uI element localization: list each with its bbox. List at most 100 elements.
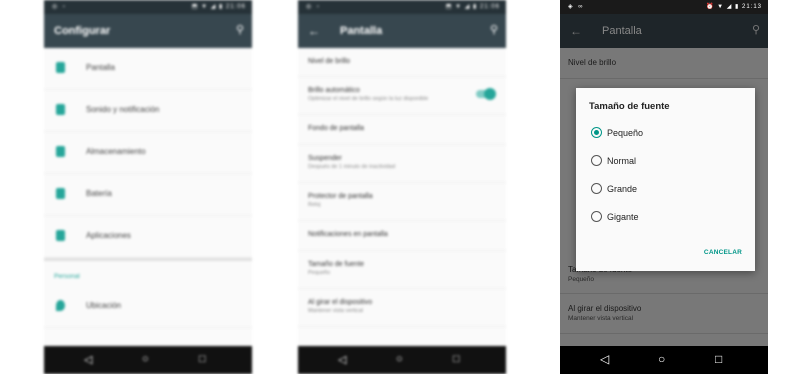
section-label: Personal [54,273,80,280]
nav-back-icon[interactable]: ◁ [600,352,609,366]
setting-title: Fondo de pantalla [308,125,365,132]
divider [560,78,768,79]
settings-screen: ◎ ▫ ⬒ ▼ ◢ ▮ 21:06 Configurar ⚲ Pantalla … [44,0,252,374]
search-icon[interactable]: ⚲ [236,23,244,36]
app-bar: ← Pantalla ⚲ [560,14,768,48]
page-title: Pantalla [602,25,642,37]
nav-home-icon[interactable]: ○ [658,352,665,366]
nav-recents-icon[interactable]: □ [453,353,460,365]
nav-recents-icon[interactable]: □ [199,353,206,365]
settings-item-sonido[interactable]: Sonido y notificación [44,90,252,132]
radio-option-pequeno[interactable]: Pequeño [591,124,644,139]
nav-home-icon[interactable]: ○ [396,353,403,365]
android-icon [56,230,65,241]
setting-subtitle: Reloj [308,202,321,208]
settings-item-aplicaciones[interactable]: Aplicaciones [44,216,252,258]
setting-protector-pantalla[interactable]: Protector de pantalla Reloj [298,183,506,221]
nav-home-icon[interactable]: ○ [142,353,149,365]
setting-title: Brillo automático [308,87,360,94]
status-icons-right: ⏰ ▼ ◢ ▮ 21:13 [705,4,762,10]
setting-subtitle: Optimizar el nivel de brillo según la lu… [308,96,429,102]
radio-selected[interactable] [591,127,602,139]
radio-unselected[interactable] [591,211,602,223]
nav-bar: ◁ ○ □ [298,346,506,374]
setting-nivel-brillo: Nivel de brillo [568,58,616,67]
radio-label: Grande [607,183,638,194]
setting-title: Al girar el dispositivo [308,299,373,306]
status-bar: ◎ ▫ ⬒ ▼ ◢ ▮ 21:06 [298,0,506,14]
settings-item-label: Ubicación [86,301,122,310]
status-bar: ◎ ▫ ⬒ ▼ ◢ ▮ 21:06 [44,0,252,14]
app-bar: ← Pantalla ⚲ [298,14,506,48]
status-icons-right: ⬒ ▼ ◢ ▮ 21:06 [191,4,246,10]
status-icons-left: ◎ ▫ [52,4,68,10]
setting-title: Al girar el dispositivo [568,304,642,313]
font-size-dialog-screen: ◈ ∞ ⏰ ▼ ◢ ▮ 21:13 ← Pantalla ⚲ Nivel de … [560,0,768,374]
radio-unselected[interactable] [591,155,602,167]
settings-item-pantalla[interactable]: Pantalla [44,48,252,90]
setting-title: Protector de pantalla [308,193,373,200]
radio-unselected[interactable] [591,183,602,195]
setting-brillo-automatico[interactable]: Brillo automático Optimizar el nivel de … [298,77,506,115]
setting-al-girar[interactable]: Al girar el dispositivo Mantener vista v… [298,289,506,327]
page-title: Configurar [54,25,111,37]
settings-item-label: Almacenamiento [86,147,146,156]
settings-item-bateria[interactable]: Batería [44,174,252,216]
radio-option-normal[interactable]: Normal [591,152,637,167]
settings-item-ubicacion[interactable]: Ubicación [44,286,252,328]
display-settings-screen: ◎ ▫ ⬒ ▼ ◢ ▮ 21:06 ← Pantalla ⚲ Nivel de … [298,0,506,374]
radio-label: Pequeño [607,127,644,138]
setting-title: Notificaciones en pantalla [308,231,388,238]
setting-subtitle: Mantener vista vertical [568,315,634,322]
back-arrow-icon[interactable]: ← [570,24,582,38]
back-arrow-icon[interactable]: ← [308,24,320,38]
settings-item-label: Aplicaciones [86,231,131,240]
setting-subtitle: Después de 1 minuto de inactividad [308,164,396,170]
setting-title: Tamaño de fuente [308,261,365,268]
nav-recents-icon[interactable]: □ [715,352,722,366]
divider [560,293,768,294]
setting-subtitle: Pequeño [568,276,595,283]
setting-title: Nivel de brillo [568,58,617,67]
storage-icon [56,146,65,157]
divider [560,333,768,334]
app-bar: Configurar ⚲ [44,14,252,48]
radio-label: Gigante [607,211,639,222]
section-header: Personal [44,258,252,286]
setting-notificaciones-pantalla[interactable]: Notificaciones en pantalla [298,221,506,251]
setting-title: Suspender [308,155,342,162]
setting-suspender[interactable]: Suspender Después de 1 minuto de inactiv… [298,145,506,183]
nav-back-icon[interactable]: ◁ [84,353,92,366]
setting-tamano-fuente[interactable]: Tamaño de fuente Pequeño [298,251,506,289]
setting-nivel-brillo[interactable]: Nivel de brillo [298,48,506,77]
setting-al-girar: Al girar el dispositivo Mantener vista v… [568,304,641,322]
settings-item-almacenamiento[interactable]: Almacenamiento [44,132,252,174]
setting-fondo-pantalla[interactable]: Fondo de pantalla [298,115,506,145]
setting-title: Nivel de brillo [308,58,351,65]
setting-subtitle: Pequeño [308,270,331,276]
display-icon [56,62,65,73]
cancel-button[interactable]: CANCELAR [704,249,742,256]
status-icons-left: ◎ ▫ [306,4,322,10]
settings-item-label: Pantalla [86,63,115,72]
setting-subtitle: Mantener vista vertical [308,308,364,314]
location-icon [56,300,65,311]
status-icons-right: ⬒ ▼ ◢ ▮ 21:06 [445,4,500,10]
font-size-dialog: Tamaño de fuente Pequeño Normal Grande G… [576,88,755,271]
dialog-title: Tamaño de fuente [589,101,670,112]
search-icon[interactable]: ⚲ [752,23,760,36]
radio-option-grande[interactable]: Grande [591,180,638,195]
status-icons-left: ◈ ∞ [568,4,585,10]
radio-label: Normal [607,155,637,166]
nav-back-icon[interactable]: ◁ [338,353,346,366]
status-bar: ◈ ∞ ⏰ ▼ ◢ ▮ 21:13 [560,0,768,14]
search-icon[interactable]: ⚲ [490,23,498,36]
nav-bar: ◁ ○ □ [44,346,252,374]
settings-item-label: Sonido y notificación [86,105,160,114]
bell-icon [56,104,65,115]
settings-item-label: Batería [86,189,112,198]
page-title: Pantalla [340,25,383,37]
auto-brightness-toggle[interactable] [476,88,496,100]
radio-option-gigante[interactable]: Gigante [591,208,639,223]
battery-icon [56,188,65,199]
